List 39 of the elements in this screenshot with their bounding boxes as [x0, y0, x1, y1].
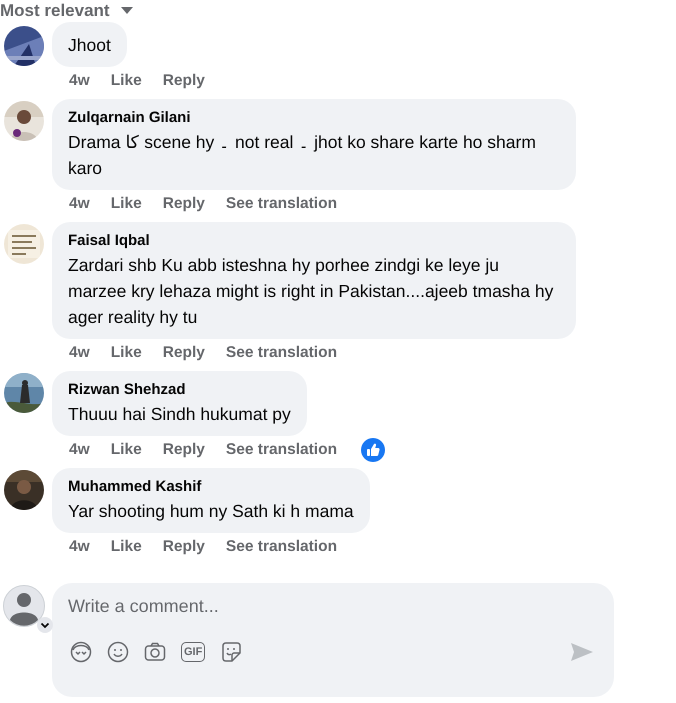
action-link[interactable]: See translation [226, 538, 338, 556]
gif-button[interactable]: GIF [181, 642, 206, 662]
action-link[interactable]: Like [110, 72, 142, 90]
avatar-sticker-icon[interactable] [70, 641, 92, 663]
chevron-down-icon[interactable] [37, 617, 53, 633]
action-link[interactable]: Like [110, 538, 142, 556]
action-link[interactable]: Reply [162, 344, 205, 362]
author-name[interactable]: Muhammed Kashif [68, 476, 354, 498]
comment-text: Yar shooting hum ny Sath ki h mama [68, 500, 354, 523]
sort-label[interactable]: Most relevant [0, 1, 110, 21]
timestamp: 4w [69, 538, 90, 556]
action-link[interactable]: See translation [226, 441, 338, 459]
comment-text: Zardari shb Ku abb isteshna hy porhee zindgi ke leye ju marzee kry lehaza might is right in Pakistan....ajeeb tmasha hy ager reality hy tu [68, 254, 554, 329]
action-link[interactable]: Like [110, 195, 142, 213]
action-link[interactable]: Like [110, 344, 142, 362]
action-link[interactable]: Reply [162, 538, 205, 556]
action-link[interactable]: See translation [226, 344, 338, 362]
action-link[interactable]: Reply [162, 441, 205, 459]
author-name[interactable]: Rizwan Shehzad [68, 379, 291, 401]
action-link[interactable]: Reply [162, 72, 205, 90]
author-name[interactable]: Faisal Iqbal [68, 230, 560, 252]
comment-field[interactable]: Write a comment... GIF [52, 583, 614, 697]
author-name[interactable]: Zulqarnain Gilani [68, 107, 560, 129]
comment-text: Jhoot [68, 34, 111, 57]
action-link[interactable]: Reply [162, 195, 205, 213]
emoji-icon[interactable] [107, 641, 129, 663]
caret-icon[interactable] [120, 7, 134, 15]
comment-text: Thuuu hai Sindh hukumat py [68, 403, 291, 426]
timestamp: 4w [69, 72, 90, 90]
timestamp: 4w [69, 344, 90, 362]
like-reaction-icon[interactable] [361, 438, 386, 462]
action-link[interactable]: Like [110, 441, 142, 459]
camera-icon[interactable] [144, 641, 166, 663]
timestamp: 4w [69, 441, 90, 459]
user-avatar-icon[interactable] [3, 585, 45, 627]
sticker-icon[interactable] [220, 641, 242, 663]
comment-text: Drama کا scene hy ۔ not real ۔ jhot ko share karte ho sharm karo [68, 131, 537, 180]
timestamp: 4w [69, 195, 90, 213]
action-link[interactable]: See translation [226, 195, 338, 213]
